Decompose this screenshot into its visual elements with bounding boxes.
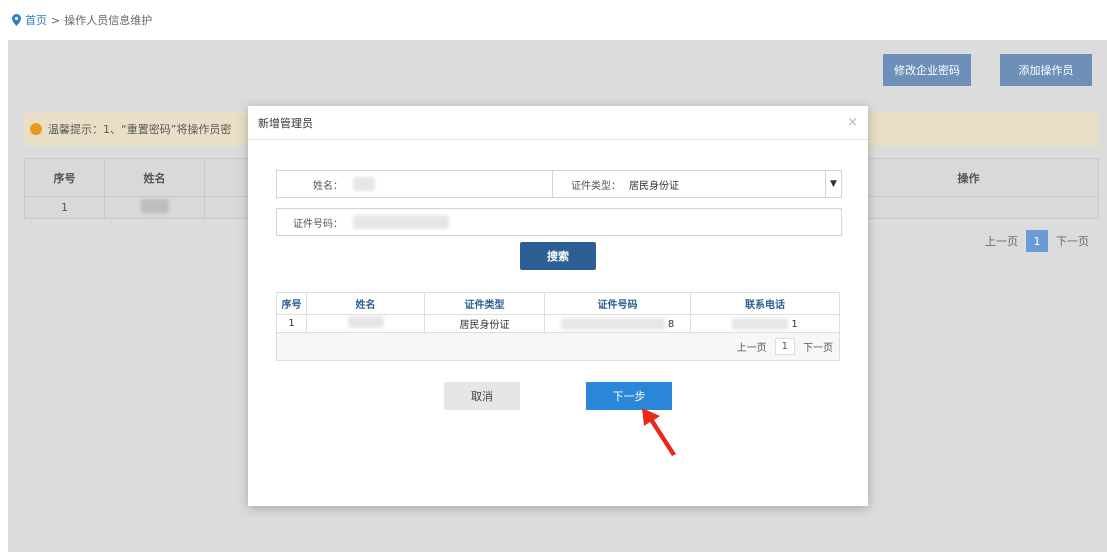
results-pager-prev[interactable]: 上一页 — [737, 339, 767, 354]
column-header-actions: 操作 — [838, 158, 1099, 197]
result-cell-id-number: 8 — [544, 314, 691, 333]
background-pager: 上一页 1 下一页 — [985, 230, 1089, 252]
results-pager-row: 上一页 1 下一页 — [276, 332, 840, 361]
tip-text: 温馨提示：1、“重置密码”将操作员密 — [48, 123, 232, 136]
pager-current[interactable]: 1 — [1026, 230, 1048, 252]
id-number-label: 证件号码： — [293, 218, 343, 230]
result-header-phone: 联系电话 — [690, 292, 840, 315]
modify-company-password-button[interactable]: 修改企业密码 — [883, 54, 971, 86]
results-pager-next[interactable]: 下一页 — [803, 339, 833, 354]
results-pager: 上一页 1 下一页 — [277, 338, 839, 355]
breadcrumb-home-link[interactable]: 首页 — [25, 12, 47, 28]
cell-actions — [838, 196, 1099, 219]
pager-prev[interactable]: 上一页 — [985, 233, 1018, 249]
name-field[interactable] — [347, 171, 552, 197]
warning-icon — [30, 123, 42, 135]
search-button[interactable]: 搜索 — [520, 242, 596, 270]
top-bar: 首页 > 操作人员信息维护 — [0, 0, 1107, 40]
dropdown-arrow-icon[interactable]: ▼ — [825, 171, 841, 197]
column-header-name: 姓名 — [104, 158, 205, 197]
cancel-button[interactable]: 取消 — [444, 382, 520, 410]
id-number-tail: 8 — [667, 318, 675, 330]
location-pin-icon — [12, 14, 21, 26]
result-cell-name-redacted — [306, 314, 425, 333]
id-type-label: 证件类型： — [571, 180, 621, 192]
result-header-name: 姓名 — [306, 292, 425, 315]
phone-tail: 1 — [791, 318, 798, 330]
result-header-id-number: 证件号码 — [544, 292, 691, 315]
add-operator-button[interactable]: 添加操作员 — [1000, 54, 1092, 86]
id-type-selected-value: 居民身份证 — [629, 180, 679, 192]
add-admin-modal: 新增管理员 × 姓名： 证件类型： 居民身份证 ▼ 证件号码： 搜索 序号 姓名… — [248, 106, 868, 506]
pager-next[interactable]: 下一页 — [1056, 233, 1089, 249]
results-pager-current[interactable]: 1 — [774, 338, 795, 355]
modal-header: 新增管理员 × — [248, 106, 868, 140]
result-cell-phone: 1 — [690, 314, 840, 333]
result-header-index: 序号 — [276, 292, 307, 315]
table-row[interactable]: 1 居民身份证 8 1 — [276, 314, 840, 333]
id-type-select[interactable]: 居民身份证 ▼ — [625, 171, 841, 197]
column-header-index: 序号 — [24, 158, 105, 197]
result-cell-index: 1 — [276, 314, 307, 333]
form-row-id-number: 证件号码： — [276, 208, 842, 236]
search-form: 姓名： 证件类型： 居民身份证 ▼ 证件号码： — [276, 170, 842, 246]
search-results-table: 序号 姓名 证件类型 证件号码 联系电话 1 居民身份证 8 1 上一页 1 下… — [276, 292, 840, 361]
name-label: 姓名： — [313, 180, 343, 192]
cell-index: 1 — [24, 196, 105, 219]
result-cell-id-type: 居民身份证 — [424, 314, 545, 333]
close-icon[interactable]: × — [847, 115, 858, 130]
cell-name-redacted — [104, 196, 205, 219]
breadcrumb-separator: > — [51, 13, 61, 27]
red-annotation-arrow-icon — [642, 408, 676, 456]
modal-title: 新增管理员 — [258, 116, 313, 130]
id-number-field[interactable] — [347, 209, 841, 235]
result-header-id-type: 证件类型 — [424, 292, 545, 315]
breadcrumb-current: 操作人员信息维护 — [64, 14, 153, 27]
breadcrumb: 首页 > 操作人员信息维护 — [12, 12, 152, 28]
form-row-name-idtype: 姓名： 证件类型： 居民身份证 ▼ — [276, 170, 842, 198]
